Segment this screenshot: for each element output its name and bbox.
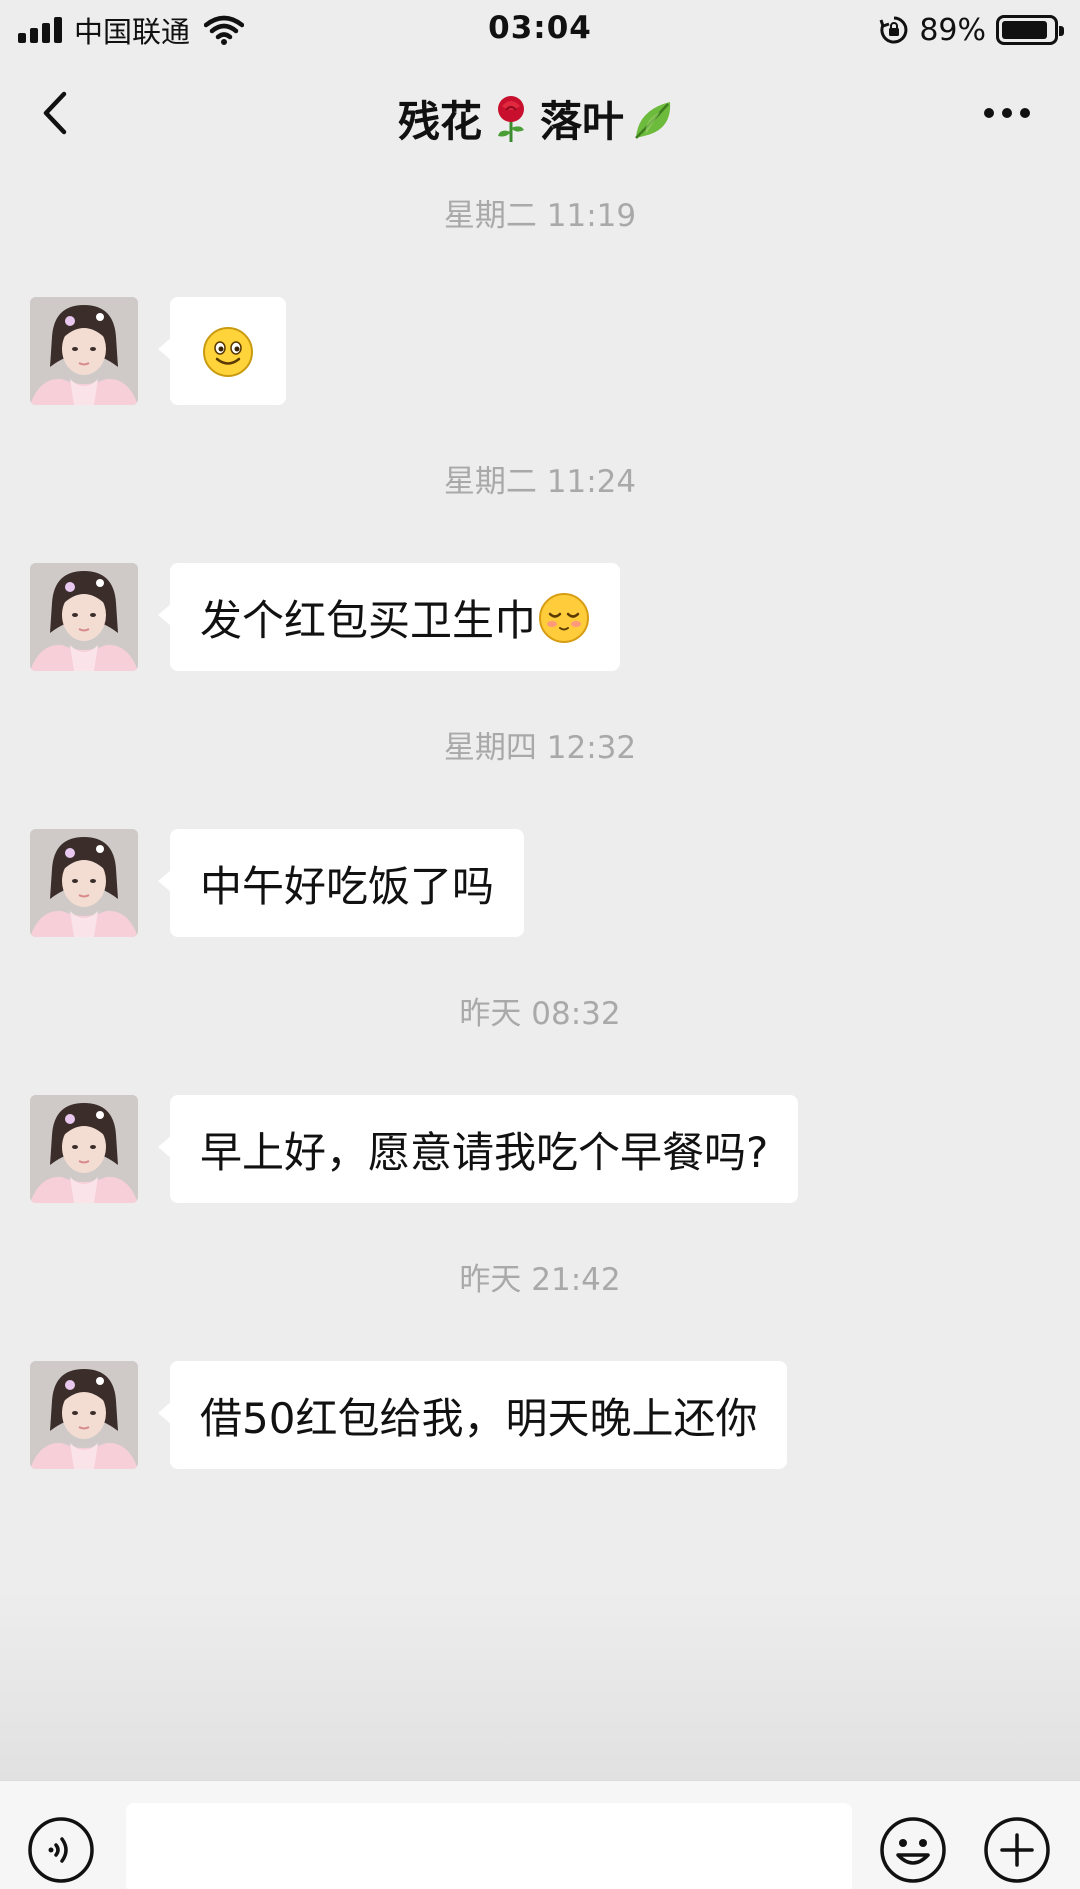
message-row: 发个红包买卫生巾: [30, 563, 621, 671]
title-text-1: 残花: [397, 97, 482, 146]
avatar-photo: [30, 563, 138, 671]
message-text: 中午好吃饭了吗: [200, 861, 495, 911]
message-timestamp: 昨天 21:42: [459, 1262, 621, 1298]
chat-header: 残花 落叶: [0, 70, 1080, 156]
avatar-photo: [30, 829, 138, 937]
shy-emoji-icon: [539, 592, 590, 643]
contact-avatar[interactable]: [30, 1361, 138, 1469]
leaf-icon: [635, 102, 671, 139]
emoji-icon[interactable]: [878, 1815, 948, 1885]
avatar-photo: [30, 1361, 138, 1469]
message-row: 早上好，愿意请我吃个早餐吗?: [30, 1095, 799, 1203]
message-text: 借50红包给我，明天晚上还你: [200, 1393, 758, 1443]
input-bar: [0, 1780, 1080, 1889]
rose-icon: [498, 96, 524, 142]
message-row: 中午好吃饭了吗: [30, 829, 525, 937]
message-timestamp: 星期二 11:19: [443, 198, 637, 234]
title-text-2: 落叶: [540, 97, 625, 146]
message-row: 借50红包给我，明天晚上还你: [30, 1361, 788, 1469]
smile-emoji-icon: [203, 326, 253, 377]
message-row: [30, 297, 286, 405]
contact-avatar[interactable]: [30, 297, 138, 405]
more-icon[interactable]: [982, 106, 1032, 120]
message-timestamp: 星期二 11:24: [443, 464, 637, 500]
message-text: 发个红包买卫生巾: [200, 595, 537, 645]
message-text: 早上好，愿意请我吃个早餐吗?: [200, 1127, 769, 1177]
message-bubble[interactable]: [158, 297, 286, 405]
status-bar: 中国联通 03:04 89%: [0, 0, 1080, 58]
message-emoji: [536, 590, 590, 644]
bottom-fade: [0, 1590, 1080, 1780]
battery-icon: [996, 15, 1064, 45]
avatar-photo: [30, 297, 138, 405]
message-bubble[interactable]: 借50红包给我，明天晚上还你: [157, 1361, 788, 1469]
battery-percent: 89%: [919, 12, 986, 48]
message-input[interactable]: [126, 1803, 852, 1889]
chat-title: 残花 落叶: [0, 88, 1080, 149]
contact-avatar[interactable]: [30, 563, 138, 671]
message-bubble[interactable]: 中午好吃饭了吗: [157, 829, 525, 937]
message-timestamp: 星期四 12:32: [443, 730, 637, 766]
message-timestamp: 昨天 08:32: [459, 996, 621, 1032]
plus-icon[interactable]: [982, 1815, 1052, 1885]
avatar-photo: [30, 1095, 138, 1203]
message-bubble[interactable]: 发个红包买卫生巾: [157, 563, 621, 671]
message-emoji: [202, 324, 254, 378]
message-bubble[interactable]: 早上好，愿意请我吃个早餐吗?: [157, 1095, 799, 1203]
rotation-lock-icon: [879, 16, 908, 44]
contact-avatar[interactable]: [30, 1095, 138, 1203]
contact-avatar[interactable]: [30, 829, 138, 937]
voice-icon[interactable]: [26, 1815, 96, 1885]
